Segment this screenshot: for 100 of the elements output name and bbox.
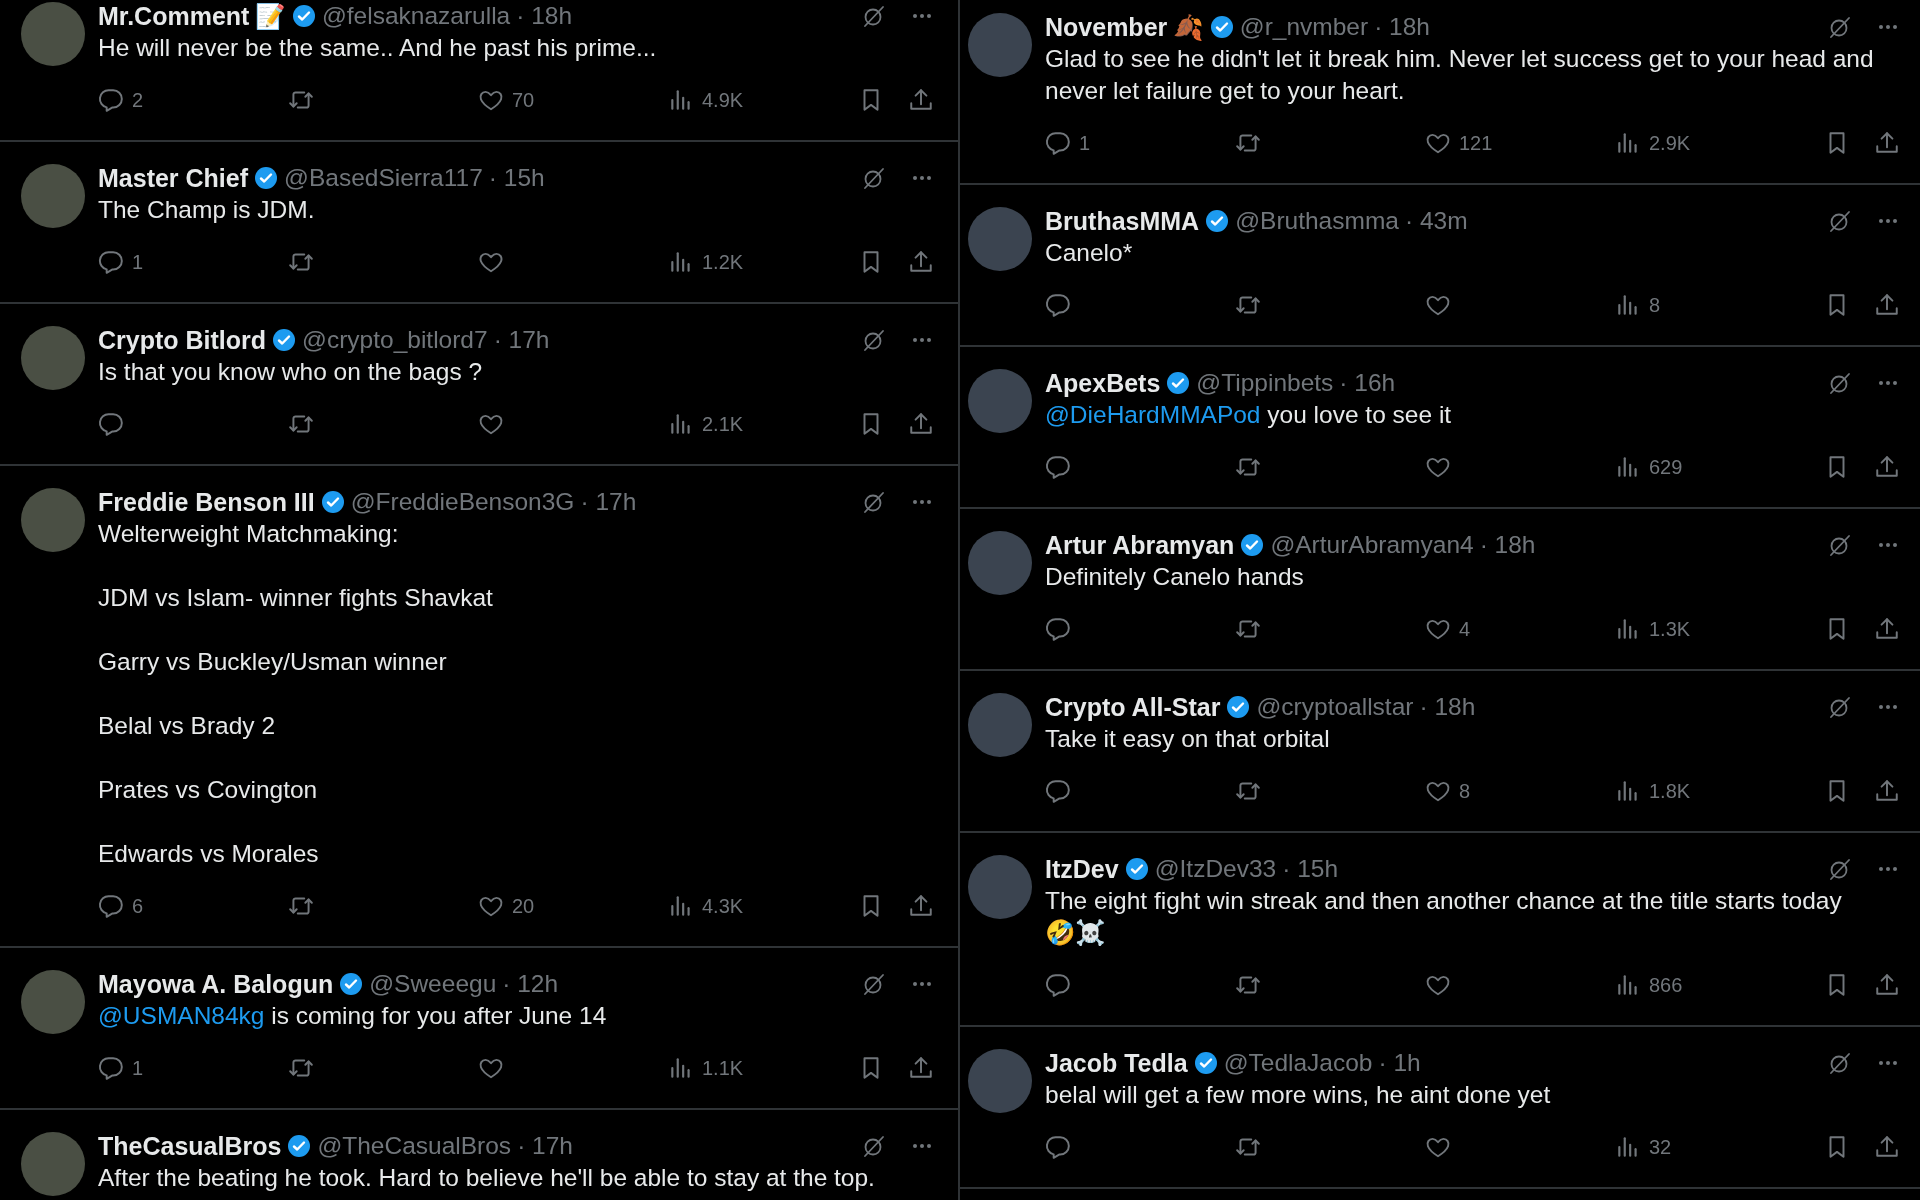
slashed-circle-icon[interactable] (862, 1134, 886, 1158)
display-name[interactable]: Mr.Comment (98, 1, 250, 31)
user-handle[interactable]: @r_nvmber (1239, 13, 1369, 41)
user-handle[interactable]: @FreddieBenson3G (350, 488, 575, 516)
views-count: 4.9K (702, 88, 744, 112)
user-handle[interactable]: @felsaknazarulla (321, 2, 511, 30)
reply-count: 1 (132, 250, 144, 274)
slashed-circle-icon[interactable] (862, 166, 886, 190)
slashed-circle-icon[interactable] (1828, 15, 1852, 39)
post-time: · 17h (517, 1132, 573, 1160)
user-handle[interactable]: @TedlaJacob (1223, 1049, 1373, 1077)
share-icon[interactable] (908, 87, 934, 113)
views-count: 8 (1649, 293, 1661, 317)
views-count: 32 (1649, 1135, 1672, 1159)
post-time: · 43m (1404, 207, 1468, 235)
reply-icon[interactable] (1045, 292, 1071, 318)
display-name[interactable]: Freddie Benson III (98, 487, 315, 517)
views-count: 1.3K (1649, 617, 1691, 641)
reply-icon[interactable] (98, 411, 124, 437)
display-name[interactable]: November (1045, 12, 1168, 42)
post-time: · 16h (1339, 369, 1396, 397)
slashed-circle-icon[interactable] (862, 328, 886, 352)
post-text: He will never be the same.. And he past his prime... (98, 33, 658, 63)
display-name[interactable]: Jacob Tedla (1045, 1048, 1188, 1078)
user-handle[interactable]: @ArturAbramyan4 (1270, 531, 1474, 559)
slashed-circle-icon[interactable] (862, 972, 886, 996)
post-text: JDM vs Islam- winner fights Shavkat (98, 583, 494, 613)
post-text: Welterweight Matchmaking: (98, 519, 400, 549)
display-name[interactable]: Mayowa A. Balogun (98, 969, 334, 999)
mention-link[interactable]: @USMAN84kg (98, 1002, 265, 1029)
slashed-circle-icon[interactable] (862, 4, 886, 28)
share-icon[interactable] (1874, 972, 1900, 998)
slashed-circle-icon[interactable] (862, 490, 886, 514)
share-icon[interactable] (1874, 616, 1900, 642)
share-icon[interactable] (1874, 1134, 1900, 1160)
user-handle[interactable]: @Tippinbets (1196, 369, 1334, 397)
like-count: 4 (1459, 617, 1471, 641)
display-name[interactable]: ApexBets (1045, 368, 1161, 398)
slashed-circle-icon[interactable] (1828, 371, 1852, 395)
post-time: · 18h (516, 2, 573, 30)
user-handle[interactable]: @crypto_bitlord7 (302, 326, 488, 354)
post-text: @USMAN84kg is coming for you after June 14 (98, 1001, 608, 1031)
reply-icon[interactable] (98, 893, 124, 919)
reply-icon[interactable] (1045, 972, 1071, 998)
mention-link[interactable]: @DieHardMMAPod (1045, 401, 1261, 428)
reply-icon[interactable] (1045, 454, 1071, 480)
display-name[interactable]: Master Chief (98, 163, 249, 193)
slashed-circle-icon[interactable] (1828, 857, 1852, 881)
post-time: · 18h (1419, 693, 1476, 721)
user-handle[interactable]: @BasedSierra117 (284, 164, 483, 192)
user-handle[interactable]: @ItzDev33 (1154, 855, 1277, 883)
reply-icon[interactable] (1045, 1134, 1071, 1160)
display-name[interactable]: ItzDev (1045, 854, 1119, 884)
post-text: The eight fight win streak and then another chance at the title starts today (1045, 886, 1843, 916)
display-name[interactable]: Artur Abramyan (1045, 530, 1235, 560)
like-count: 121 (1459, 131, 1493, 155)
share-icon[interactable] (1874, 130, 1900, 156)
share-icon[interactable] (908, 893, 934, 919)
share-icon[interactable] (908, 1055, 934, 1081)
share-icon[interactable] (1874, 292, 1900, 318)
user-handle[interactable]: @Sweeegu (369, 970, 497, 998)
slashed-circle-icon[interactable] (1828, 533, 1852, 557)
views-count: 1.8K (1649, 779, 1691, 803)
display-name[interactable]: BruthasMMA (1045, 206, 1200, 236)
like-count: 8 (1459, 779, 1471, 803)
like-count: 70 (512, 88, 535, 112)
post-time: · 12h (502, 970, 559, 998)
post-time: · 17h (493, 326, 550, 354)
views-count: 629 (1649, 455, 1683, 479)
post-time: · 1h (1378, 1049, 1421, 1077)
reply-icon[interactable] (98, 1055, 124, 1081)
user-handle[interactable]: @cryptoallstar (1256, 693, 1414, 721)
share-icon[interactable] (908, 249, 934, 275)
post-time: · 15h (1282, 855, 1339, 883)
post-text: Belal vs Brady 2 (98, 711, 277, 741)
slashed-circle-icon[interactable] (1828, 1051, 1852, 1075)
post-text: Is that you know who on the bags ? (98, 357, 484, 387)
share-icon[interactable] (908, 411, 934, 437)
post-time: · 17h (580, 488, 637, 516)
reply-icon[interactable] (1045, 616, 1071, 642)
slashed-circle-icon[interactable] (1828, 695, 1852, 719)
display-name[interactable]: Crypto All-Star (1045, 692, 1221, 722)
user-handle[interactable]: @Bruthasmma (1235, 207, 1399, 235)
user-handle[interactable]: @TheCasualBros (317, 1132, 512, 1160)
post-text: Prates vs Covington (98, 775, 319, 805)
name-emoji: 🍂 (1173, 12, 1204, 42)
display-name[interactable]: Crypto Bitlord (98, 325, 267, 355)
views-count: 1.2K (702, 250, 744, 274)
share-icon[interactable] (1874, 454, 1900, 480)
display-name[interactable]: TheCasualBros (98, 1131, 282, 1161)
post-text: Canelo* (1045, 238, 1134, 268)
post-time: · 18h (1374, 13, 1430, 41)
reply-count: 1 (132, 1056, 144, 1080)
reply-icon[interactable] (1045, 778, 1071, 804)
share-icon[interactable] (1874, 778, 1900, 804)
reply-icon[interactable] (1045, 130, 1071, 156)
slashed-circle-icon[interactable] (1828, 209, 1852, 233)
post-text: @DieHardMMAPod you love to see it (1045, 400, 1453, 430)
reply-icon[interactable] (98, 87, 124, 113)
reply-icon[interactable] (98, 249, 124, 275)
